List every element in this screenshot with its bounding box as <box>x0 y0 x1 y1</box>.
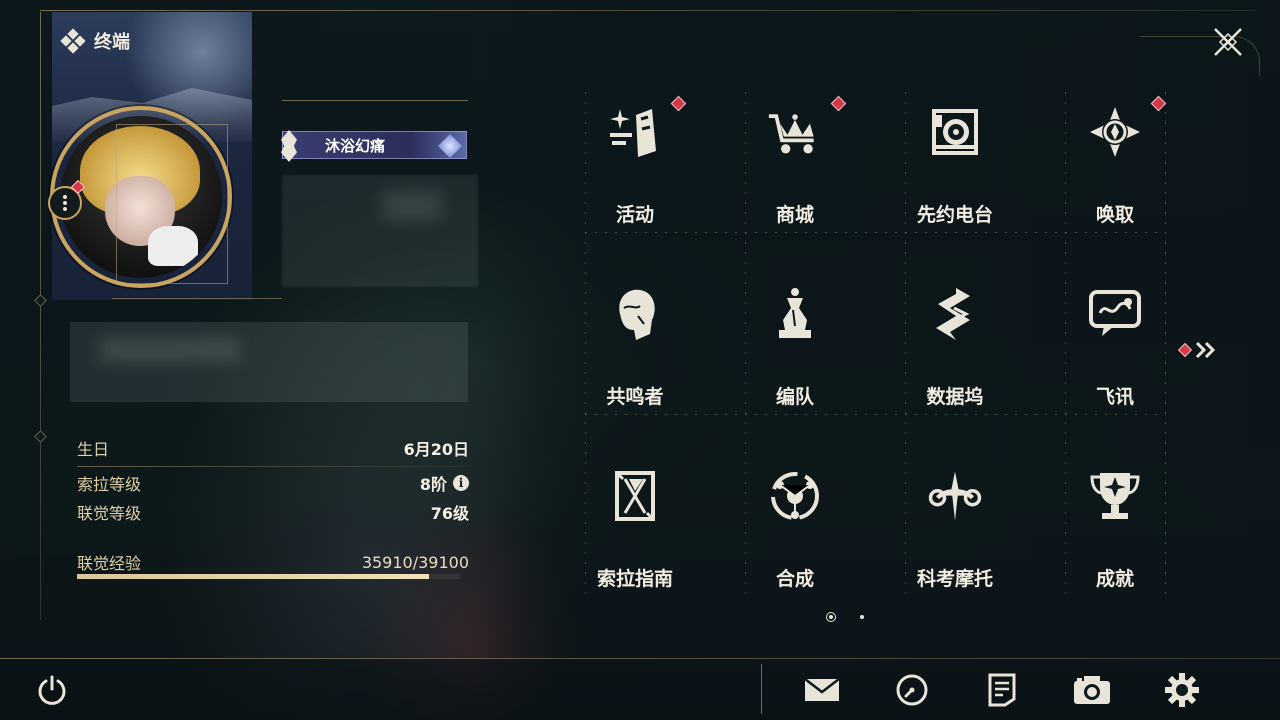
grid-divider <box>905 92 906 597</box>
grid-divider <box>585 414 1165 415</box>
badge-ornament-icon <box>281 130 297 162</box>
menu-item-label: 成就 <box>1095 568 1134 590</box>
exp-progress-bar <box>77 574 460 579</box>
clock-icon <box>896 674 928 706</box>
menu-item[interactable]: 合成 <box>715 446 875 622</box>
message-icon <box>1087 286 1143 342</box>
menu-item-label: 编队 <box>775 386 814 408</box>
stat-label: 索拉等级 <box>77 475 142 494</box>
menu-grid: 活动 商城 先约电台 唤取共鸣者 编队 数据坞 飞讯索拉指南 合成 科考摩托 成就 <box>555 82 1195 602</box>
close-button[interactable] <box>1206 22 1250 62</box>
motorbike-icon <box>927 468 983 524</box>
notice-button[interactable] <box>982 670 1022 710</box>
hidden-name-area <box>282 175 478 287</box>
camera-icon <box>1074 676 1110 704</box>
resonator-icon <box>607 286 663 342</box>
hidden-signature-area[interactable] <box>70 322 468 402</box>
page-dot-active[interactable] <box>826 612 836 622</box>
settings-icon <box>1165 673 1199 707</box>
avatar-frame <box>116 124 228 284</box>
bottom-bar-line <box>0 658 1280 659</box>
stat-label: 联觉等级 <box>77 504 142 523</box>
notification-badge <box>830 95 847 112</box>
convene-icon <box>1087 104 1143 160</box>
bottom-bar-divider <box>761 664 762 714</box>
notification-badge <box>670 95 687 112</box>
menu-item-label: 索拉指南 <box>596 568 673 590</box>
menu-item-label: 飞讯 <box>1095 386 1134 408</box>
stat-value: 8阶 <box>419 475 447 494</box>
stat-label: 生日 <box>77 440 110 459</box>
notice-icon <box>988 673 1016 707</box>
stat-union-exp: 联觉经验 35910/39100 <box>77 550 469 574</box>
page-title: 终端 <box>94 32 130 53</box>
stat-value: 76级 <box>430 504 469 523</box>
terminal-logo-icon <box>60 28 86 54</box>
frame-left-line <box>40 12 41 620</box>
close-icon <box>1214 28 1242 56</box>
card-divider <box>282 100 468 101</box>
grid-divider <box>1065 92 1066 597</box>
notification-badge <box>1150 95 1167 112</box>
next-page-button[interactable] <box>1177 338 1222 362</box>
menu-item-label: 先约电台 <box>916 204 993 226</box>
double-chevron-right-icon <box>1195 341 1216 359</box>
crystal-icon <box>438 134 462 158</box>
exp-progress-fill <box>77 574 429 579</box>
card-divider <box>112 298 282 299</box>
title-badge[interactable]: 沐浴幻痛 <box>281 130 467 162</box>
menu-item-label: 数据坞 <box>926 386 984 408</box>
menu-item-label: 活动 <box>615 204 654 226</box>
menu-item-label: 共鸣者 <box>606 386 664 408</box>
menu-item-label: 唤取 <box>1095 204 1134 226</box>
menu-item[interactable]: 成就 <box>1035 446 1195 622</box>
menu-item[interactable]: 索拉指南 <box>555 446 715 622</box>
stat-value: 35910/39100 <box>361 552 469 572</box>
stat-value: 6月20日 <box>403 440 469 459</box>
stat-label: 联觉经验 <box>77 554 142 573</box>
guidebook-icon <box>607 468 663 524</box>
more-icon <box>63 194 67 212</box>
grid-divider <box>745 92 746 597</box>
notification-badge <box>1177 342 1193 358</box>
stat-value-wrap: 8阶 i <box>420 471 469 495</box>
title-badge-label: 沐浴幻痛 <box>325 136 386 155</box>
shop-cart-icon <box>767 104 823 160</box>
camera-button[interactable] <box>1072 670 1112 710</box>
terminal-title: 终端 <box>60 28 130 54</box>
activity-icon <box>607 104 663 160</box>
radio-icon <box>927 104 983 160</box>
divider <box>77 466 469 467</box>
mail-icon <box>804 678 840 701</box>
synthesis-icon <box>767 468 823 524</box>
grid-divider <box>585 92 586 597</box>
settings-button[interactable] <box>1162 670 1202 710</box>
trophy-icon <box>1087 468 1143 524</box>
power-button[interactable] <box>32 670 72 710</box>
time-button[interactable] <box>892 670 932 710</box>
databank-icon <box>927 286 983 342</box>
stat-sol-rank: 索拉等级 8阶 i <box>77 471 469 495</box>
menu-item[interactable]: 科考摩托 <box>875 446 1035 622</box>
info-icon[interactable]: i <box>453 475 469 491</box>
grid-divider <box>1165 92 1166 597</box>
page-indicator <box>826 612 864 622</box>
menu-item-label: 合成 <box>775 568 814 590</box>
frame-top-line <box>40 10 1256 11</box>
grid-divider <box>585 232 1165 233</box>
team-icon <box>767 286 823 342</box>
menu-item-label: 科考摩托 <box>916 568 993 590</box>
power-icon <box>38 675 66 705</box>
stat-union-level: 联觉等级 76级 <box>77 500 469 524</box>
menu-item-label: 商城 <box>775 204 814 226</box>
stat-birthday: 生日 6月20日 <box>77 436 469 460</box>
mail-button[interactable] <box>802 670 842 710</box>
page-dot[interactable] <box>860 615 864 619</box>
